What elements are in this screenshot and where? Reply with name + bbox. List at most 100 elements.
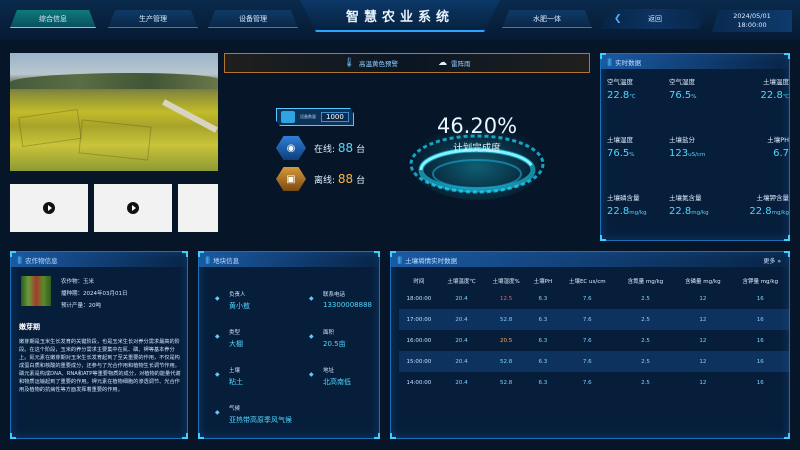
table-cell: 16 <box>731 351 789 372</box>
tab-equipment-label: 设备管理 <box>239 14 267 23</box>
tab-equipment[interactable]: 设备管理 <box>208 10 298 28</box>
table-row[interactable]: 17:00:00 20.4 52.8 6.3 7.6 2.5 12 16 <box>399 309 789 330</box>
realtime-item-name: 空气温度 <box>607 78 633 86</box>
table-cell: 6.3 <box>538 295 548 302</box>
realtime-panel-header: ||| 实时数据 <box>601 54 789 69</box>
table-cell: 16 <box>756 337 764 344</box>
table-cell: 6.3 <box>538 379 548 386</box>
plot-item-icon: ◆ <box>215 295 220 302</box>
table-cell: 12.5 <box>499 295 513 302</box>
plot-item-value: 黄小敖 <box>229 302 250 310</box>
datetime-display: 2024/05/01 18:00:00 <box>712 10 792 32</box>
thermometer-icon: 🌡 <box>343 58 355 68</box>
plot-item-key: 负责人 <box>229 292 246 298</box>
table-row[interactable]: 18:00:00 20.4 12.5 6.3 7.6 2.5 12 16 <box>399 288 789 309</box>
tab-fertigation[interactable]: 水肥一体 <box>502 10 592 28</box>
tab-fertigation-label: 水肥一体 <box>533 14 561 23</box>
weather-status[interactable]: ☁ 雷阵雨 <box>438 58 471 68</box>
plot-item: ◆ 联系电话 13300008888 <box>309 290 372 309</box>
chevron-left-icon: ❮ <box>614 14 622 24</box>
realtime-item-value: 22.8mg/kg <box>607 206 647 217</box>
realtime-item: 土壤湿度 76.5% <box>607 134 665 159</box>
realtime-item-name: 土壤钾含量 <box>756 194 790 202</box>
play-icon[interactable] <box>43 202 55 214</box>
bars-icon: ||| <box>205 255 210 264</box>
bars-icon: ||| <box>607 57 612 66</box>
online-stat: ◉ 在线: 88 台 <box>276 136 365 160</box>
plot-panel-header: ||| 地块信息 <box>199 252 379 267</box>
realtime-item-value: 22.8℃ <box>607 90 636 101</box>
table-row[interactable]: 16:00:00 20.4 20.5 6.3 7.6 2.5 12 16 <box>399 330 789 351</box>
table-cell: 18:00:00 <box>406 295 432 302</box>
plot-item: ◆ 土壤 粘土 <box>215 366 243 387</box>
crop-title: 农作物信息 <box>25 256 58 265</box>
plot-item-key: 类型 <box>229 330 241 336</box>
crop-image <box>21 276 51 306</box>
table-cell: 12 <box>674 309 732 330</box>
table-cell: 16 <box>731 309 789 330</box>
plot-item: ◆ 气候 亚热带高原季风气候 <box>215 404 292 425</box>
video-thumb-2[interactable] <box>94 184 172 232</box>
soil-column-header: 时间 <box>413 279 425 285</box>
table-cell: 52.8 <box>484 309 529 330</box>
plot-item-value: 13300008888 <box>323 301 372 309</box>
realtime-item-name: 土壤PH <box>767 136 789 144</box>
table-cell: 20.4 <box>438 351 485 372</box>
table-cell: 15:00:00 <box>399 351 439 372</box>
online-label: 在线: <box>314 145 336 155</box>
crop-panel-header: ||| 农作物信息 <box>11 252 187 267</box>
soil-column-header: 土壤PH <box>533 279 553 285</box>
realtime-item-name: 土壤温度 <box>763 78 789 86</box>
offline-count: 88 <box>337 172 354 186</box>
video-thumb-1[interactable] <box>10 184 88 232</box>
back-button[interactable]: ❮ 返回 <box>600 9 710 29</box>
table-cell: 7.6 <box>557 351 617 372</box>
plot-item-icon: ◆ <box>309 295 314 302</box>
realtime-item-name: 空气湿度 <box>669 78 695 86</box>
tab-production-label: 生产管理 <box>139 14 167 23</box>
video-thumbnails <box>10 184 218 232</box>
realtime-item: 空气湿度 76.5% <box>669 76 727 101</box>
table-row[interactable]: 15:00:00 20.4 52.8 6.3 7.6 2.5 12 16 <box>399 351 789 372</box>
crop-stage: 嫩芽期 <box>19 323 40 331</box>
plot-item-icon: ◆ <box>215 371 220 378</box>
table-cell: 14:00:00 <box>406 379 432 386</box>
table-cell: 17:00:00 <box>399 309 439 330</box>
realtime-item: 土壤氮含量 22.8mg/kg <box>669 192 727 217</box>
plot-item-value: 大棚 <box>229 340 243 348</box>
soil-column-header: 土壤温度℃ <box>447 279 476 285</box>
play-icon[interactable] <box>127 202 139 214</box>
plot-item: ◆ 地址 北高南低 <box>309 366 351 387</box>
plot-item-key: 联系电话 <box>323 292 346 298</box>
table-cell: 2.5 <box>616 351 675 372</box>
realtime-title: 实时数据 <box>615 58 642 67</box>
table-cell: 20.4 <box>455 379 468 386</box>
photo-field <box>78 119 152 161</box>
realtime-item: 土壤盐分 123uS/cm <box>669 134 727 159</box>
back-label: 返回 <box>648 15 662 23</box>
plot-item: ◆ 负责人黄小敖 <box>215 290 250 311</box>
heat-warning[interactable]: 🌡 高温黄色预警 <box>344 58 398 68</box>
table-cell: 2.5 <box>616 309 675 330</box>
video-thumb-3[interactable] <box>178 184 218 232</box>
offline-label: 离线: <box>314 176 336 186</box>
soil-title: 土壤墒情实时数据 <box>405 256 458 265</box>
crop-name: 农作物：玉米 <box>61 279 95 285</box>
plot-item-key: 面积 <box>323 330 335 336</box>
weather-alert-bar: 🌡 高温黄色预警 ☁ 雷阵雨 <box>224 53 590 73</box>
plot-item: ◆ 类型 大棚 <box>215 328 243 349</box>
offline-stat: ▣ 离线: 88 台 <box>276 167 365 191</box>
realtime-item-value: 22.8mg/kg <box>669 206 709 217</box>
plot-item: ◆ 面积 20.5亩 <box>309 328 346 349</box>
realtime-item: 土壤温度 22.8℃ <box>731 76 789 101</box>
tab-overview-label: 综合信息 <box>39 14 67 23</box>
realtime-item-value: 6.7 <box>773 148 789 159</box>
tab-overview[interactable]: 综合信息 <box>10 10 96 28</box>
table-cell: 2.5 <box>641 295 650 302</box>
tab-production[interactable]: 生产管理 <box>108 10 198 28</box>
table-cell: 20.4 <box>438 309 485 330</box>
photo-field <box>18 108 82 148</box>
table-row[interactable]: 14:00:00 20.4 52.8 6.3 7.6 2.5 12 16 <box>399 372 789 393</box>
more-link[interactable]: 更多 » <box>763 256 781 265</box>
realtime-item-value: 76.5% <box>669 90 697 101</box>
